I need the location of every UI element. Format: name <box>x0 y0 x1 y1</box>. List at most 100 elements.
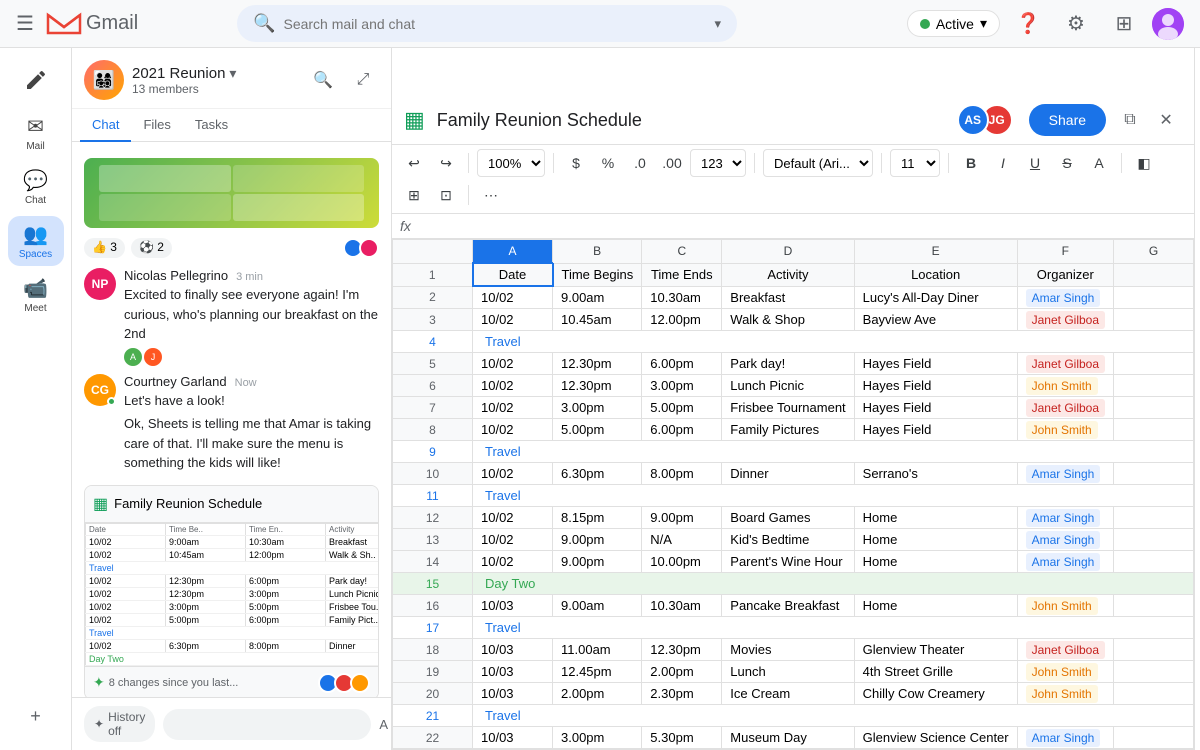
format-number-select[interactable]: 123 <box>690 149 746 177</box>
table-cell[interactable]: 9.00am <box>553 595 642 617</box>
table-cell[interactable] <box>1114 507 1194 529</box>
hamburger-icon[interactable]: ☰ <box>16 11 34 36</box>
table-cell[interactable]: Home <box>854 551 1017 573</box>
table-cell[interactable] <box>1114 463 1194 485</box>
formula-input[interactable] <box>419 219 1186 234</box>
table-cell[interactable]: Walk & Shop <box>722 309 854 331</box>
table-cell[interactable] <box>1114 353 1194 375</box>
travel-cell[interactable]: Travel <box>473 485 1194 507</box>
table-cell[interactable]: 10/02 <box>473 286 553 309</box>
table-cell[interactable]: 10/02 <box>473 551 553 573</box>
table-cell[interactable]: 6.00pm <box>642 419 722 441</box>
table-cell[interactable]: Hayes Field <box>854 375 1017 397</box>
underline-button[interactable]: U <box>1021 149 1049 177</box>
table-cell[interactable]: John Smith <box>1017 595 1113 617</box>
table-cell[interactable]: Amar Singh <box>1017 507 1113 529</box>
more-options-button[interactable]: ⋯ <box>477 181 505 209</box>
table-cell[interactable]: Janet Gilboa <box>1017 397 1113 419</box>
table-cell[interactable]: 10/02 <box>473 353 553 375</box>
table-cell[interactable]: Lunch Picnic <box>722 375 854 397</box>
table-cell[interactable]: 8.00pm <box>642 463 722 485</box>
sidebar-item-meet[interactable]: 📹 Meet <box>8 270 64 320</box>
compose-button[interactable] <box>12 56 60 104</box>
table-cell[interactable]: 10/02 <box>473 507 553 529</box>
table-cell[interactable]: John Smith <box>1017 375 1113 397</box>
travel-cell[interactable]: Travel <box>473 441 1194 463</box>
borders-button[interactable]: ⊞ <box>400 181 428 209</box>
table-cell[interactable]: 12.30pm <box>642 639 722 661</box>
table-cell[interactable]: 12.30pm <box>553 353 642 375</box>
zoom-select[interactable]: 100% <box>477 149 545 177</box>
text-format-icon[interactable]: A <box>379 717 388 732</box>
table-cell[interactable]: 5.00pm <box>553 419 642 441</box>
history-chip[interactable]: ✦ History off <box>84 706 155 742</box>
table-cell[interactable] <box>1114 595 1194 617</box>
table-cell[interactable]: 3.00pm <box>553 727 642 749</box>
header-cell[interactable]: Time Ends <box>642 263 722 286</box>
table-cell[interactable] <box>1114 375 1194 397</box>
table-cell[interactable]: Chilly Cow Creamery <box>854 683 1017 705</box>
table-cell[interactable]: Hayes Field <box>854 353 1017 375</box>
popout-button[interactable]: ⤢ <box>347 64 379 96</box>
table-cell[interactable]: 3.00pm <box>553 397 642 419</box>
col-header-e[interactable]: E <box>854 240 1017 264</box>
table-cell[interactable]: Serrano's <box>854 463 1017 485</box>
table-cell[interactable]: 10.45am <box>553 309 642 331</box>
table-cell[interactable]: Amar Singh <box>1017 529 1113 551</box>
table-cell[interactable]: 2.00pm <box>642 661 722 683</box>
thumbs-up-reaction[interactable]: 👍 3 <box>84 238 125 258</box>
table-cell[interactable]: 10/02 <box>473 419 553 441</box>
table-cell[interactable]: Hayes Field <box>854 419 1017 441</box>
col-header-g[interactable]: G <box>1114 240 1194 264</box>
table-cell[interactable]: 10/02 <box>473 375 553 397</box>
help-button[interactable]: ❓ <box>1008 4 1048 44</box>
table-cell[interactable]: 8.15pm <box>553 507 642 529</box>
header-cell[interactable]: Activity <box>722 263 854 286</box>
table-cell[interactable]: 12.00pm <box>642 309 722 331</box>
table-cell[interactable]: 10.30am <box>642 595 722 617</box>
user-avatar[interactable] <box>1152 8 1184 40</box>
sidebar-item-spaces[interactable]: 👥 Spaces <box>8 216 64 266</box>
table-cell[interactable]: N/A <box>642 529 722 551</box>
table-cell[interactable]: Family Pictures <box>722 419 854 441</box>
table-cell[interactable] <box>1114 639 1194 661</box>
table-cell[interactable] <box>1114 529 1194 551</box>
table-cell[interactable]: Kid's Bedtime <box>722 529 854 551</box>
header-cell[interactable]: Date <box>473 263 553 286</box>
spreadsheet-preview[interactable]: ▦ Family Reunion Schedule Date Time Be..… <box>84 485 379 698</box>
table-cell[interactable]: John Smith <box>1017 661 1113 683</box>
settings-button[interactable]: ⚙ <box>1056 4 1096 44</box>
italic-button[interactable]: I <box>989 149 1017 177</box>
fill-color-button[interactable]: ◧ <box>1130 149 1158 177</box>
table-cell[interactable]: Janet Gilboa <box>1017 309 1113 331</box>
table-cell[interactable]: 9.00pm <box>553 529 642 551</box>
table-cell[interactable]: Movies <box>722 639 854 661</box>
apps-button[interactable]: ⊞ <box>1104 4 1144 44</box>
table-cell[interactable]: Parent's Wine Hour <box>722 551 854 573</box>
table-cell[interactable]: John Smith <box>1017 419 1113 441</box>
close-sheet-button[interactable]: ✕ <box>1150 104 1182 136</box>
header-cell[interactable]: Time Begins <box>553 263 642 286</box>
table-cell[interactable]: Home <box>854 595 1017 617</box>
table-cell[interactable]: 3.00pm <box>642 375 722 397</box>
table-cell[interactable]: 12.30pm <box>553 375 642 397</box>
table-cell[interactable]: 10/02 <box>473 529 553 551</box>
travel-cell[interactable]: Travel <box>473 617 1194 639</box>
table-cell[interactable]: 10.30am <box>642 286 722 309</box>
sidebar-item-chat[interactable]: 💬 Chat <box>8 162 64 212</box>
font-size-select[interactable]: 11 <box>890 149 940 177</box>
search-input[interactable] <box>283 16 706 32</box>
header-cell[interactable]: Location <box>854 263 1017 286</box>
table-cell[interactable]: Hayes Field <box>854 397 1017 419</box>
table-cell[interactable]: 10/02 <box>473 463 553 485</box>
table-cell[interactable]: 10/03 <box>473 661 553 683</box>
table-cell[interactable]: Frisbee Tournament <box>722 397 854 419</box>
header-cell[interactable]: Organizer <box>1017 263 1113 286</box>
table-cell[interactable]: 9.00am <box>553 286 642 309</box>
table-cell[interactable]: Board Games <box>722 507 854 529</box>
table-cell[interactable]: 10/03 <box>473 727 553 749</box>
merge-button[interactable]: ⊡ <box>432 181 460 209</box>
table-cell[interactable]: Glenview Theater <box>854 639 1017 661</box>
sidebar-add-button[interactable]: + <box>18 698 54 734</box>
tab-files[interactable]: Files <box>131 109 182 142</box>
